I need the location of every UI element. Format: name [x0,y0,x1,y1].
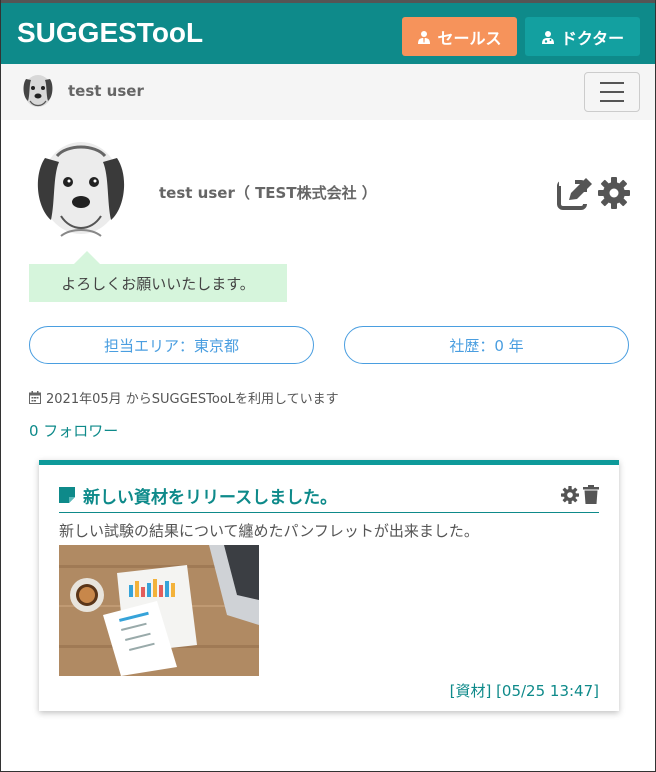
post-header: 新しい資材をリリースしました。 [59,483,599,513]
user-bar: test user [1,64,655,120]
top-navbar: SUGGESTooL セールス ドクター [1,0,655,64]
greeting-bubble-tip [73,251,101,265]
member-since: 2021年05月 からSUGGESTooLを利用しています [29,388,339,407]
area-text: 担当エリア：東京都 [103,336,239,355]
hamburger-line-icon [600,100,624,102]
greeting-text: よろしくお願いいたします。 [61,274,255,293]
app-frame: SUGGESTooL セールス ドクター test user test user… [0,0,656,772]
sales-button-label: セールス [437,28,502,48]
profile-avatar [37,142,125,237]
years-text: 社歴：0 年 [449,336,524,355]
avatar[interactable] [20,71,56,111]
username[interactable]: test user [68,82,144,100]
post-title[interactable]: 新しい資材をリリースしました。 [83,483,337,508]
sticky-note-icon [59,487,75,503]
post-card: 新しい資材をリリースしました。 新しい試験の結果について纏めたパンフレットが出来… [39,460,619,711]
post-image[interactable] [59,545,259,676]
years-badge: 社歴：0 年 [344,326,629,364]
post-body: 新しい試験の結果について纏めたパンフレットが出来ました。 [59,522,479,540]
greeting-bubble: よろしくお願いいたします。 [29,264,287,302]
hamburger-line-icon [600,82,624,84]
doctor-button-label: ドクター [560,28,625,48]
edit-icon[interactable] [557,176,593,210]
sales-button[interactable]: セールス [402,17,517,56]
hamburger-line-icon [600,91,624,93]
user-md-icon [541,30,554,44]
calendar-icon [29,391,41,404]
post-settings-icon[interactable] [561,486,579,504]
post-meta: [資材] [05/25 13:47] [449,682,599,700]
menu-toggle-button[interactable] [584,72,640,112]
area-badge: 担当エリア：東京都 [29,326,314,364]
doctor-button[interactable]: ドクター [525,17,640,56]
app-logo[interactable]: SUGGESTooL [17,17,203,49]
trash-icon[interactable] [583,485,599,504]
settings-gear-icon[interactable] [598,177,630,209]
user-tie-icon [418,30,431,44]
member-since-text: 2021年05月 からSUGGESTooLを利用しています [46,392,339,407]
profile-name: test user（ TEST株式会社 ） [159,184,377,202]
followers-link[interactable]: 0 フォロワー [29,420,118,441]
